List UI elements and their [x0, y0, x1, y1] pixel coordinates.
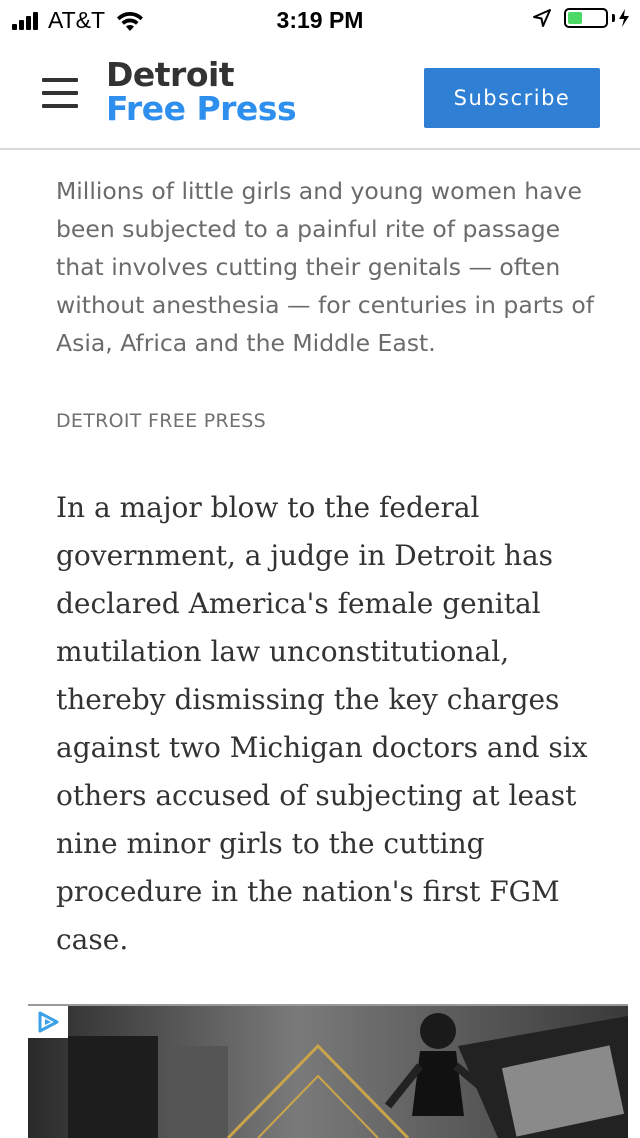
ad-choices-triangle-icon: [38, 1011, 59, 1033]
status-bar: AT&T 3:19 PM: [0, 0, 640, 40]
ad-image: [28, 1006, 628, 1138]
status-right: [532, 8, 630, 28]
subscribe-button[interactable]: Subscribe: [424, 68, 600, 128]
site-header: Detroit Free Press Subscribe: [0, 40, 640, 150]
battery-cap: [612, 14, 615, 22]
logo-line-2: Free Press: [106, 89, 297, 128]
photo-credit: DETROIT FREE PRESS: [56, 410, 267, 432]
site-logo[interactable]: Detroit Free Press: [106, 55, 297, 128]
article-paragraph: In a major blow to the federal governmen…: [56, 491, 588, 956]
battery-level: [568, 12, 582, 24]
ad-choices-icon[interactable]: [28, 1006, 68, 1038]
battery-icon: [564, 8, 608, 28]
location-arrow-icon: [533, 9, 551, 27]
photo-caption: Millions of little girls and young women…: [56, 177, 594, 357]
menu-icon[interactable]: [42, 78, 78, 108]
charging-bolt-icon: [619, 9, 629, 27]
logo-line-1: Detroit: [106, 55, 235, 94]
video-ad[interactable]: [28, 1004, 628, 1138]
